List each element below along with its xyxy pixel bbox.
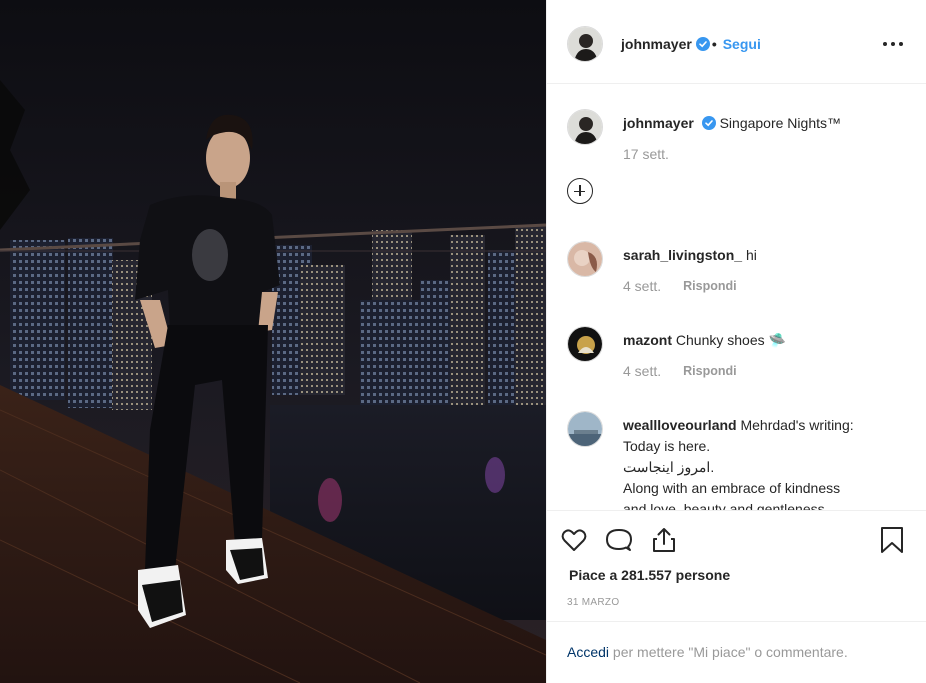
night-city-photo (0, 0, 546, 683)
login-link[interactable]: Accedi (567, 644, 609, 660)
author-avatar[interactable] (567, 109, 603, 145)
comment-text: hi (745, 247, 757, 263)
post-photo[interactable] (0, 0, 546, 683)
comment-meta: 4 sett. Rispondi (623, 276, 913, 297)
caption-time[interactable]: 17 sett. (623, 144, 669, 165)
comment-username[interactable]: sarah_livingston_ (623, 247, 742, 263)
comment-text: Mehrdad's writing: (740, 417, 854, 433)
login-prompt: Accedi per mettere "Mi piace" o commenta… (547, 621, 926, 683)
author-avatar[interactable] (567, 25, 603, 62)
caption-body: johnmayer Singapore Nights™ 17 sett. (623, 113, 913, 165)
post-date[interactable]: 31 MARZO (567, 597, 619, 608)
post-side-panel: johnmayer • Segui johnmayer Singapore Ni… (546, 0, 926, 683)
more-options-icon[interactable] (881, 32, 905, 56)
add-comment-icon[interactable] (567, 178, 593, 204)
commenter-avatar[interactable] (567, 326, 603, 362)
follow-button[interactable]: Segui (723, 36, 761, 52)
commenter-avatar[interactable] (567, 241, 603, 277)
comment-body: mazont Chunky shoes 🛸 4 sett. Rispondi (623, 330, 913, 382)
author-username[interactable]: johnmayer (621, 36, 692, 52)
caption-username[interactable]: johnmayer (623, 115, 694, 131)
heart-icon[interactable] (559, 525, 589, 555)
comment-time[interactable]: 4 sett. (623, 276, 661, 297)
bookmark-icon[interactable] (877, 525, 907, 555)
comment-time[interactable]: 4 sett. (623, 361, 661, 382)
header-author: johnmayer • Segui (621, 36, 761, 52)
comment-body: sarah_livingston_ hi 4 sett. Rispondi (623, 245, 913, 297)
header-separator: • (711, 35, 717, 52)
share-icon[interactable] (649, 525, 679, 555)
reply-button[interactable]: Rispondi (683, 276, 736, 297)
comment-meta: 4 sett. Rispondi (623, 361, 913, 382)
caption-meta: 17 sett. (623, 144, 913, 165)
comment-text: Chunky shoes 🛸 (675, 332, 786, 348)
comment-text-line: Today is here. (623, 438, 711, 454)
comment-username[interactable]: weallloveourland (623, 417, 737, 433)
comments-list[interactable]: johnmayer Singapore Nights™ 17 sett. sar… (547, 85, 926, 510)
comment-text-line: and love, beauty and gentleness (623, 501, 825, 510)
comment-username[interactable]: mazont (623, 332, 672, 348)
post-actions: Piace a 281.557 persone 31 MARZO (547, 510, 926, 620)
commenter-avatar[interactable] (567, 411, 603, 447)
caption-text: Singapore Nights™ (719, 115, 841, 131)
reply-button[interactable]: Rispondi (683, 361, 736, 382)
comment-body: weallloveourland Mehrdad's writing: Toda… (623, 415, 913, 510)
likes-count[interactable]: Piace a 281.557 persone (569, 567, 730, 583)
comment-text-line: امروز اینجاست. (623, 459, 715, 475)
verified-badge-icon (701, 116, 716, 130)
comment-icon[interactable] (604, 525, 634, 555)
post-header: johnmayer • Segui (547, 4, 926, 84)
verified-badge-icon (695, 36, 710, 51)
comment-text-line: Along with an embrace of kindness (623, 480, 841, 496)
login-prompt-text: per mettere "Mi piace" o commentare. (612, 644, 848, 660)
